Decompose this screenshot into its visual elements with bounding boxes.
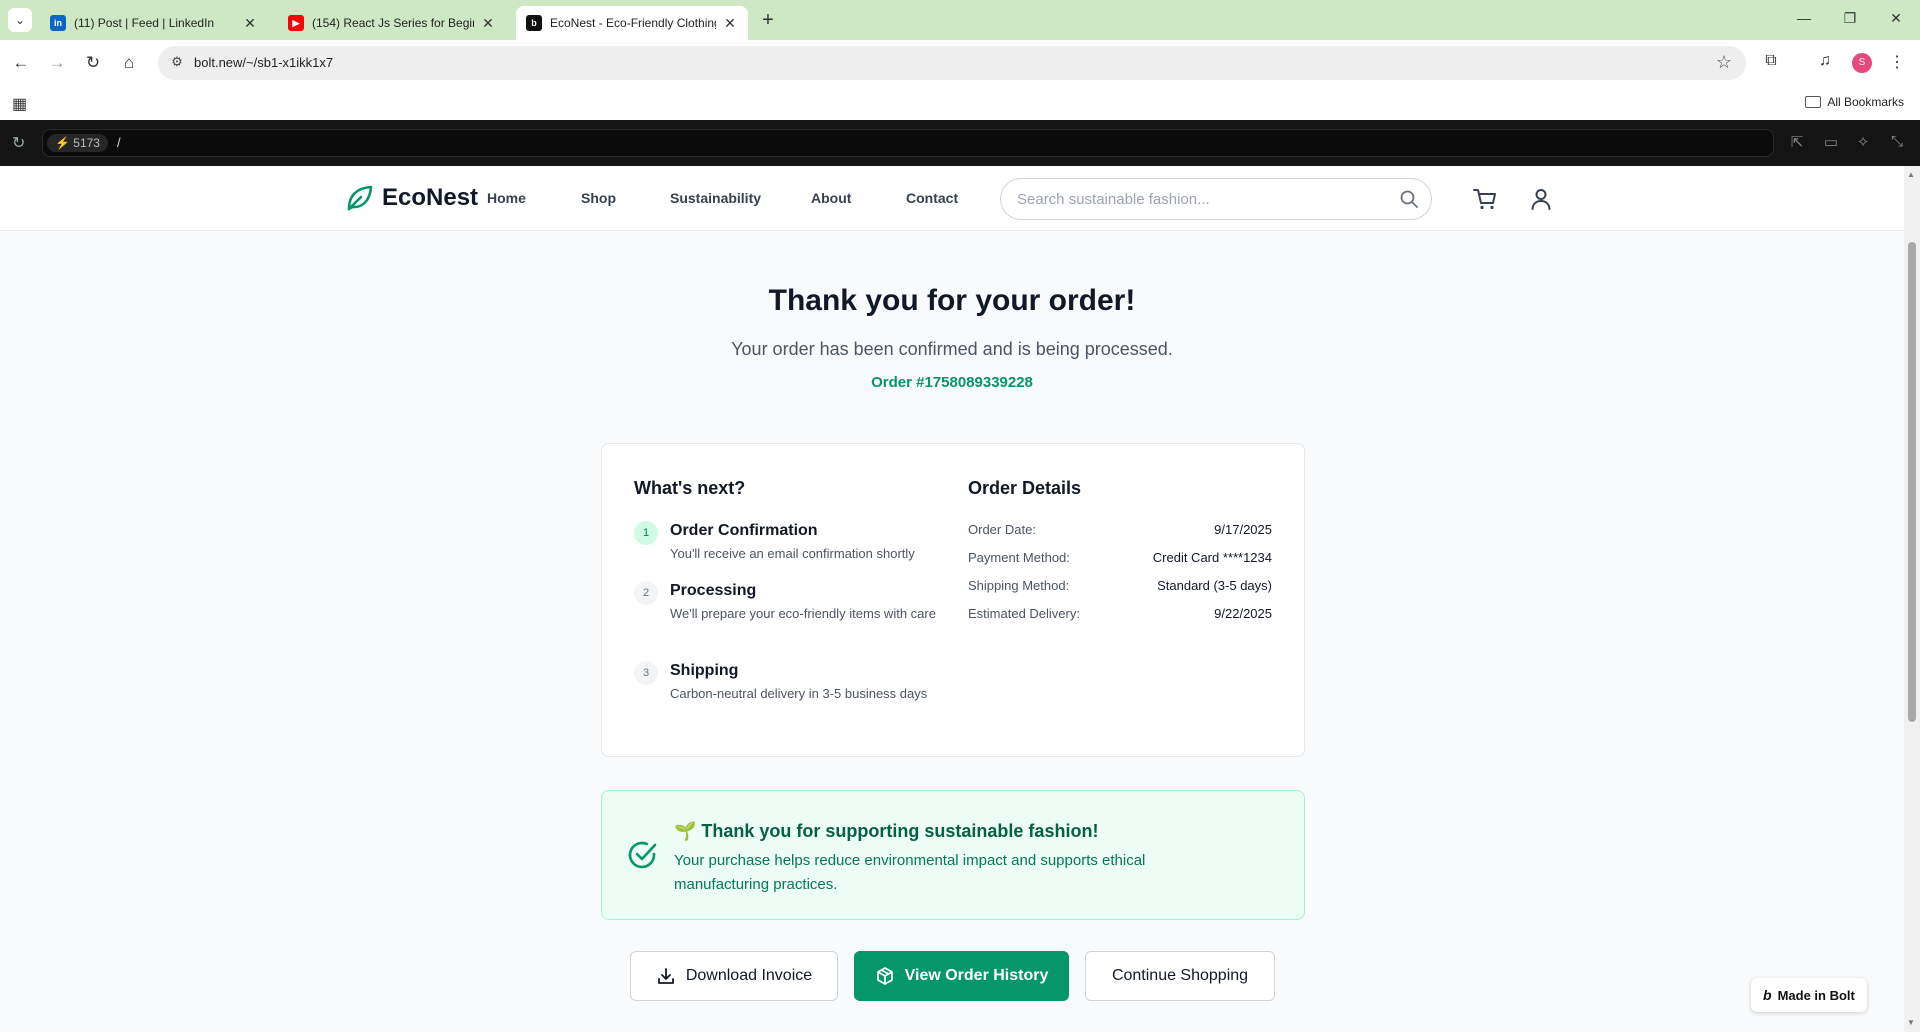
address-bar[interactable]: ⚙ bolt.new/~/sb1-x1ikk1x7 ☆ bbox=[158, 46, 1746, 80]
tab-linkedin[interactable]: in (11) Post | Feed | LinkedIn ✕ bbox=[40, 6, 268, 40]
close-icon[interactable]: ✕ bbox=[242, 15, 258, 32]
step-number: 3 bbox=[634, 661, 658, 685]
detail-value: Credit Card ****1234 bbox=[1152, 550, 1272, 565]
scrollbar-thumb[interactable] bbox=[1908, 242, 1916, 722]
step-number: 2 bbox=[634, 581, 658, 605]
detail-label: Shipping Method: bbox=[968, 578, 1070, 593]
download-invoice-button[interactable]: Download Invoice bbox=[630, 951, 838, 1001]
whats-next-heading: What's next? bbox=[634, 478, 746, 498]
step-number: 1 bbox=[634, 521, 658, 545]
linkedin-icon: in bbox=[50, 15, 66, 31]
brand-logo[interactable]: EcoNest bbox=[344, 183, 478, 213]
scroll-down-icon[interactable]: ▼ bbox=[1907, 1018, 1915, 1027]
step-title: Shipping bbox=[670, 662, 739, 679]
detail-label: Order Date: bbox=[968, 522, 1036, 537]
close-icon[interactable]: ✕ bbox=[480, 15, 496, 32]
page-title: Thank you for your order! bbox=[768, 284, 1136, 317]
close-icon[interactable]: ✕ bbox=[722, 15, 738, 32]
reload-icon[interactable]: ↻ bbox=[82, 52, 104, 74]
tab-econest[interactable]: b EcoNest - Eco-Friendly Clothing ✕ bbox=[516, 6, 748, 40]
detail-value: 9/22/2025 bbox=[1214, 606, 1272, 621]
scroll-up-icon[interactable]: ▲ bbox=[1907, 170, 1915, 179]
made-in-bolt-badge[interactable]: b Made in Bolt bbox=[1751, 978, 1867, 1012]
fullscreen-icon[interactable]: ⤡ bbox=[1886, 133, 1908, 150]
folder-icon bbox=[1805, 96, 1822, 108]
apps-grid-icon[interactable]: ▦ bbox=[12, 94, 27, 114]
forward-icon[interactable]: → bbox=[46, 52, 68, 74]
notice-description: Your purchase helps reduce environmental… bbox=[674, 852, 1146, 893]
nav-sustainability[interactable]: Sustainability bbox=[670, 190, 761, 206]
user-icon[interactable] bbox=[1528, 186, 1554, 212]
detail-label: Payment Method: bbox=[968, 550, 1070, 565]
step-description: Carbon-neutral delivery in 3-5 business … bbox=[670, 686, 928, 701]
all-bookmarks-button[interactable]: All Bookmarks bbox=[1805, 95, 1904, 109]
restore-icon[interactable]: ❐ bbox=[1840, 10, 1860, 27]
extensions-icon[interactable]: ⧉ bbox=[1760, 52, 1782, 70]
order-summary-card: What's next? 1 Order Confirmation You'll… bbox=[601, 443, 1305, 757]
site-header: EcoNest Home Shop Sustainability About C… bbox=[0, 166, 1904, 231]
minimize-icon[interactable]: — bbox=[1794, 10, 1814, 26]
bolt-icon: b bbox=[526, 15, 542, 31]
preview-toolbar: ↻ ⚡ 5173 / ⇱ ▭ ✧ ⤡ bbox=[0, 120, 1920, 166]
package-icon bbox=[876, 967, 893, 985]
back-icon[interactable]: ← bbox=[10, 52, 32, 74]
preview-reload-icon[interactable]: ↻ bbox=[12, 133, 25, 153]
detail-value: 9/17/2025 bbox=[1214, 522, 1272, 537]
tab-youtube[interactable]: ▶ (154) React Js Series for Beginners ✕ bbox=[278, 6, 506, 40]
view-order-history-button[interactable]: View Order History bbox=[854, 951, 1069, 1001]
nav-shop[interactable]: Shop bbox=[581, 190, 616, 206]
bolt-logo-icon: b bbox=[1763, 987, 1772, 1003]
notice-title: 🌱 Thank you for supporting sustainable f… bbox=[674, 821, 1099, 841]
menu-kebab-icon[interactable]: ⋮ bbox=[1886, 52, 1908, 72]
step-title: Order Confirmation bbox=[670, 522, 818, 539]
cart-icon[interactable] bbox=[1472, 186, 1498, 212]
nav-contact[interactable]: Contact bbox=[906, 190, 958, 206]
browser-tab-bar: ⌄ in (11) Post | Feed | LinkedIn ✕ ▶ (15… bbox=[0, 0, 1920, 40]
step-description: We'll prepare your eco-friendly items wi… bbox=[670, 606, 936, 621]
page-scrollbar[interactable]: ▲ ▼ bbox=[1904, 166, 1920, 1032]
continue-shopping-button[interactable]: Continue Shopping bbox=[1085, 951, 1275, 1001]
bookmarks-bar: ▦ All Bookmarks bbox=[0, 86, 1920, 120]
step-description: You'll receive an email confirmation sho… bbox=[670, 546, 915, 561]
port-badge[interactable]: ⚡ 5173 bbox=[47, 134, 108, 152]
close-window-icon[interactable]: ✕ bbox=[1886, 10, 1906, 27]
order-details-heading: Order Details bbox=[968, 478, 1082, 498]
bookmark-star-icon[interactable]: ☆ bbox=[1716, 52, 1732, 73]
step-title: Processing bbox=[670, 582, 757, 599]
nav-home[interactable]: Home bbox=[487, 190, 526, 206]
sustainability-notice: 🌱 Thank you for supporting sustainable f… bbox=[601, 790, 1305, 920]
leaf-icon bbox=[347, 185, 373, 211]
preview-address-bar[interactable]: ⚡ 5173 / bbox=[42, 129, 1774, 157]
new-tab-button[interactable]: + bbox=[758, 10, 778, 30]
order-number: Order #1758089339228 bbox=[871, 374, 1033, 391]
browser-toolbar: ← → ↻ ⌂ ⚙ bolt.new/~/sb1-x1ikk1x7 ☆ ⧉ ♫ … bbox=[0, 40, 1920, 86]
search-input[interactable]: Search sustainable fashion... bbox=[1000, 178, 1432, 220]
media-controls-icon[interactable]: ♫ bbox=[1814, 52, 1836, 70]
home-icon[interactable]: ⌂ bbox=[118, 52, 140, 74]
youtube-icon: ▶ bbox=[288, 15, 304, 31]
open-external-icon[interactable]: ⇱ bbox=[1786, 133, 1808, 151]
nav-about[interactable]: About bbox=[811, 190, 851, 206]
detail-label: Estimated Delivery: bbox=[968, 606, 1080, 621]
inspect-icon[interactable]: ✧ bbox=[1852, 133, 1874, 151]
tab-search-button[interactable]: ⌄ bbox=[8, 8, 32, 32]
profile-avatar[interactable]: S bbox=[1852, 53, 1872, 73]
confirmation-subtitle: Your order has been confirmed and is bei… bbox=[731, 339, 1173, 359]
site-info-icon[interactable]: ⚙ bbox=[168, 54, 186, 72]
device-preview-icon[interactable]: ▭ bbox=[1820, 133, 1842, 151]
detail-value: Standard (3-5 days) bbox=[1157, 578, 1272, 593]
check-circle-icon bbox=[628, 841, 657, 869]
search-icon[interactable] bbox=[1399, 189, 1419, 209]
econest-page: EcoNest Home Shop Sustainability About C… bbox=[0, 166, 1904, 1032]
download-icon bbox=[657, 968, 674, 984]
